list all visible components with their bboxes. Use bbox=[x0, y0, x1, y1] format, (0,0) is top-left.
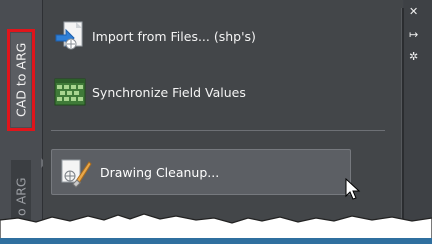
cleanup-brush-icon bbox=[61, 159, 92, 188]
table-grid-icon bbox=[54, 78, 86, 106]
right-control-column: ✕ ↦ ✲ bbox=[404, 0, 432, 232]
panel-separator bbox=[51, 130, 385, 131]
tool-panel: Import from Files... (shp's) Synchronize… bbox=[43, 0, 403, 232]
drawing-cleanup-button[interactable]: Drawing Cleanup... bbox=[51, 149, 351, 195]
ribbon-tab-strip: CAD to ARG o ARG bbox=[0, 0, 43, 234]
bottom-accent-bar bbox=[0, 238, 432, 244]
cleanup-label: Drawing Cleanup... bbox=[100, 164, 220, 180]
import-label: Import from Files... (shp's) bbox=[92, 28, 256, 44]
close-icon[interactable]: ✕ bbox=[409, 6, 418, 17]
import-icon bbox=[55, 21, 83, 50]
mouse-cursor-icon bbox=[345, 178, 361, 200]
tab-cad-to-arg-label: CAD to ARG bbox=[13, 42, 29, 118]
pin-icon[interactable]: ↦ bbox=[409, 29, 418, 40]
app-window: CAD to ARG o ARG Import from Files... (s… bbox=[0, 0, 432, 234]
sync-label: Synchronize Field Values bbox=[92, 84, 246, 100]
import-from-files-button[interactable]: Import from Files... (shp's) bbox=[54, 14, 384, 58]
settings-icon[interactable]: ✲ bbox=[409, 51, 418, 62]
tab-cad-to-arg[interactable]: CAD to ARG bbox=[7, 29, 35, 131]
synchronize-field-values-button[interactable]: Synchronize Field Values bbox=[54, 70, 384, 114]
